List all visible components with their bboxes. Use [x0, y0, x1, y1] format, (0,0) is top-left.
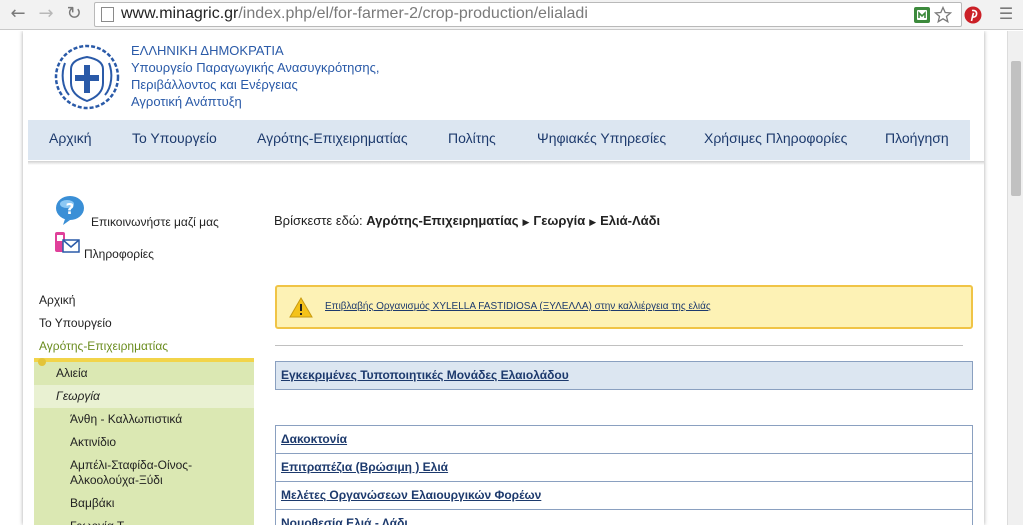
header-divider	[28, 161, 984, 165]
info-link[interactable]: Πληροφορίες	[84, 247, 154, 261]
left-nav-agriculture[interactable]: Γεωργία	[34, 385, 254, 408]
link-row[interactable]: Μελέτες Οργανώσεων Ελαιουργικών Φορέων	[275, 482, 973, 510]
site-header: ΕΛΛΗΝΙΚΗ ΔΗΜΟΚΡΑΤΙΑ Υπουργείο Παραγωγική…	[23, 31, 984, 166]
left-nav-kiwi[interactable]: Ακτινίδιο	[34, 431, 254, 454]
ministry-name-line2: Περιβάλλοντος και Ενέργειας	[131, 77, 298, 92]
left-nav-farmer[interactable]: Αγρότης-Επιχειρηματίας	[34, 335, 256, 358]
left-navigation: Αρχική Το Υπουργείο Αγρότης-Επιχειρηματί…	[34, 289, 256, 525]
ministry-subtitle: Αγροτική Ανάπτυξη	[131, 94, 242, 109]
breadcrumb-arrow-icon: ▶	[589, 217, 597, 227]
breadcrumb-prefix: Βρίσκεστε εδώ:	[274, 213, 363, 228]
active-marker-icon	[38, 358, 46, 366]
scrollbar-thumb[interactable]	[1011, 61, 1021, 196]
menu-item-ministry[interactable]: Το Υπουργείο	[132, 130, 217, 146]
menu-item-useful-info[interactable]: Χρήσιμες Πληροφορίες	[704, 130, 847, 146]
chrome-menu-icon[interactable]: ☰	[996, 4, 1016, 24]
address-bar[interactable]: www.minagric.gr/index.php/el/for-farmer-…	[94, 2, 962, 27]
header-title: ΕΛΛΗΝΙΚΗ ΔΗΜΟΚΡΑΤΙΑ	[131, 43, 284, 58]
alert-box: Επιβλαβής Οργανισμός XYLELLA FASTIDIOSA …	[275, 285, 973, 329]
left-subnav: Αλιεία Γεωργία Άνθη - Καλλωπιστικά Ακτιν…	[34, 358, 254, 525]
approved-units-link[interactable]: Εγκεκριμένες Τυποποιητικές Μονάδες Ελαιο…	[281, 368, 569, 382]
menu-item-citizen[interactable]: Πολίτης	[448, 130, 496, 146]
left-nav-vine[interactable]: Αμπέλι-Σταφίδα-Οίνος- Αλκοολούχα-Ξύδι	[34, 454, 254, 492]
back-icon[interactable]: ←	[8, 4, 28, 24]
page-viewport: ΕΛΛΗΝΙΚΗ ΔΗΜΟΚΡΑΤΙΑ Υπουργείο Παραγωγική…	[0, 31, 1007, 525]
url-path: /index.php/el/for-farmer-2/crop-producti…	[238, 5, 588, 22]
link-row[interactable]: Επιτραπέζια (Βρώσιμη ) Ελιά	[275, 454, 973, 482]
menu-item-farmer[interactable]: Αγρότης-Επιχειρηματίας	[257, 130, 408, 146]
breadcrumb: Βρίσκεστε εδώ: Αγρότης-Επιχειρηματίας ▶ Γε…	[274, 213, 660, 228]
breadcrumb-level3: Ελιά-Λάδι	[600, 213, 661, 228]
menu-item-digital-services[interactable]: Ψηφιακές Υπηρεσίες	[537, 130, 666, 146]
warning-icon	[289, 297, 313, 318]
greek-emblem-icon	[54, 44, 120, 110]
reload-icon[interactable]: ↻	[64, 4, 84, 24]
left-nav-more[interactable]: Γεωργία Τ...	[34, 515, 254, 525]
link-row[interactable]: Νομοθεσία Ελιά - Λάδι	[275, 510, 973, 525]
approved-units-box: Εγκεκριμένες Τυποποιητικές Μονάδες Ελαιο…	[275, 361, 973, 390]
page-icon	[101, 7, 114, 22]
pinterest-icon[interactable]	[964, 6, 982, 24]
forward-icon[interactable]: →	[36, 4, 56, 24]
menu-item-home[interactable]: Αρχική	[49, 130, 92, 146]
url-domain: www.minagric.gr	[121, 5, 239, 22]
main-menu: Αρχική Το Υπουργείο Αγρότης-Επιχειρηματί…	[28, 120, 970, 160]
links-table: Δακοκτονία Επιτραπέζια (Βρώσιμη ) Ελιά Μ…	[275, 425, 973, 525]
scrollbar[interactable]	[1007, 31, 1023, 525]
contact-us-link[interactable]: Επικοινωνήστε μαζί μας	[91, 215, 219, 229]
star-bookmark-icon[interactable]	[934, 6, 952, 24]
breadcrumb-level1[interactable]: Αγρότης-Επιχειρηματίας	[366, 213, 518, 228]
menu-item-navigation[interactable]: Πλοήγηση	[885, 130, 949, 146]
xylella-alert-link[interactable]: Επιβλαβής Οργανισμός XYLELLA FASTIDIOSA …	[325, 301, 711, 312]
left-nav-home[interactable]: Αρχική	[34, 289, 256, 312]
browser-toolbar: ← → ↻ www.minagric.gr/index.php/el/for-f…	[0, 0, 1023, 30]
ministry-name-line1: Υπουργείο Παραγωγικής Ανασυγκρότησης,	[131, 60, 380, 75]
link-row[interactable]: Δακοκτονία	[275, 426, 973, 454]
content-divider	[275, 345, 963, 346]
site-container: ΕΛΛΗΝΙΚΗ ΔΗΜΟΚΡΑΤΙΑ Υπουργείο Παραγωγική…	[23, 31, 984, 525]
left-nav-flowers[interactable]: Άνθη - Καλλωπιστικά	[34, 408, 254, 431]
breadcrumb-arrow-icon: ▶	[522, 217, 530, 227]
extension-icon[interactable]	[913, 6, 931, 24]
phone-mail-icon	[55, 232, 80, 253]
help-bubble-icon: ?	[56, 196, 84, 225]
svg-text:?: ?	[66, 200, 75, 218]
breadcrumb-level2[interactable]: Γεωργία	[533, 213, 585, 228]
left-nav-fishing[interactable]: Αλιεία	[34, 362, 254, 385]
url-text[interactable]: www.minagric.gr/index.php/el/for-farmer-…	[121, 5, 588, 23]
left-nav-ministry[interactable]: Το Υπουργείο	[34, 312, 256, 335]
left-nav-cotton[interactable]: Βαμβάκι	[34, 492, 254, 515]
